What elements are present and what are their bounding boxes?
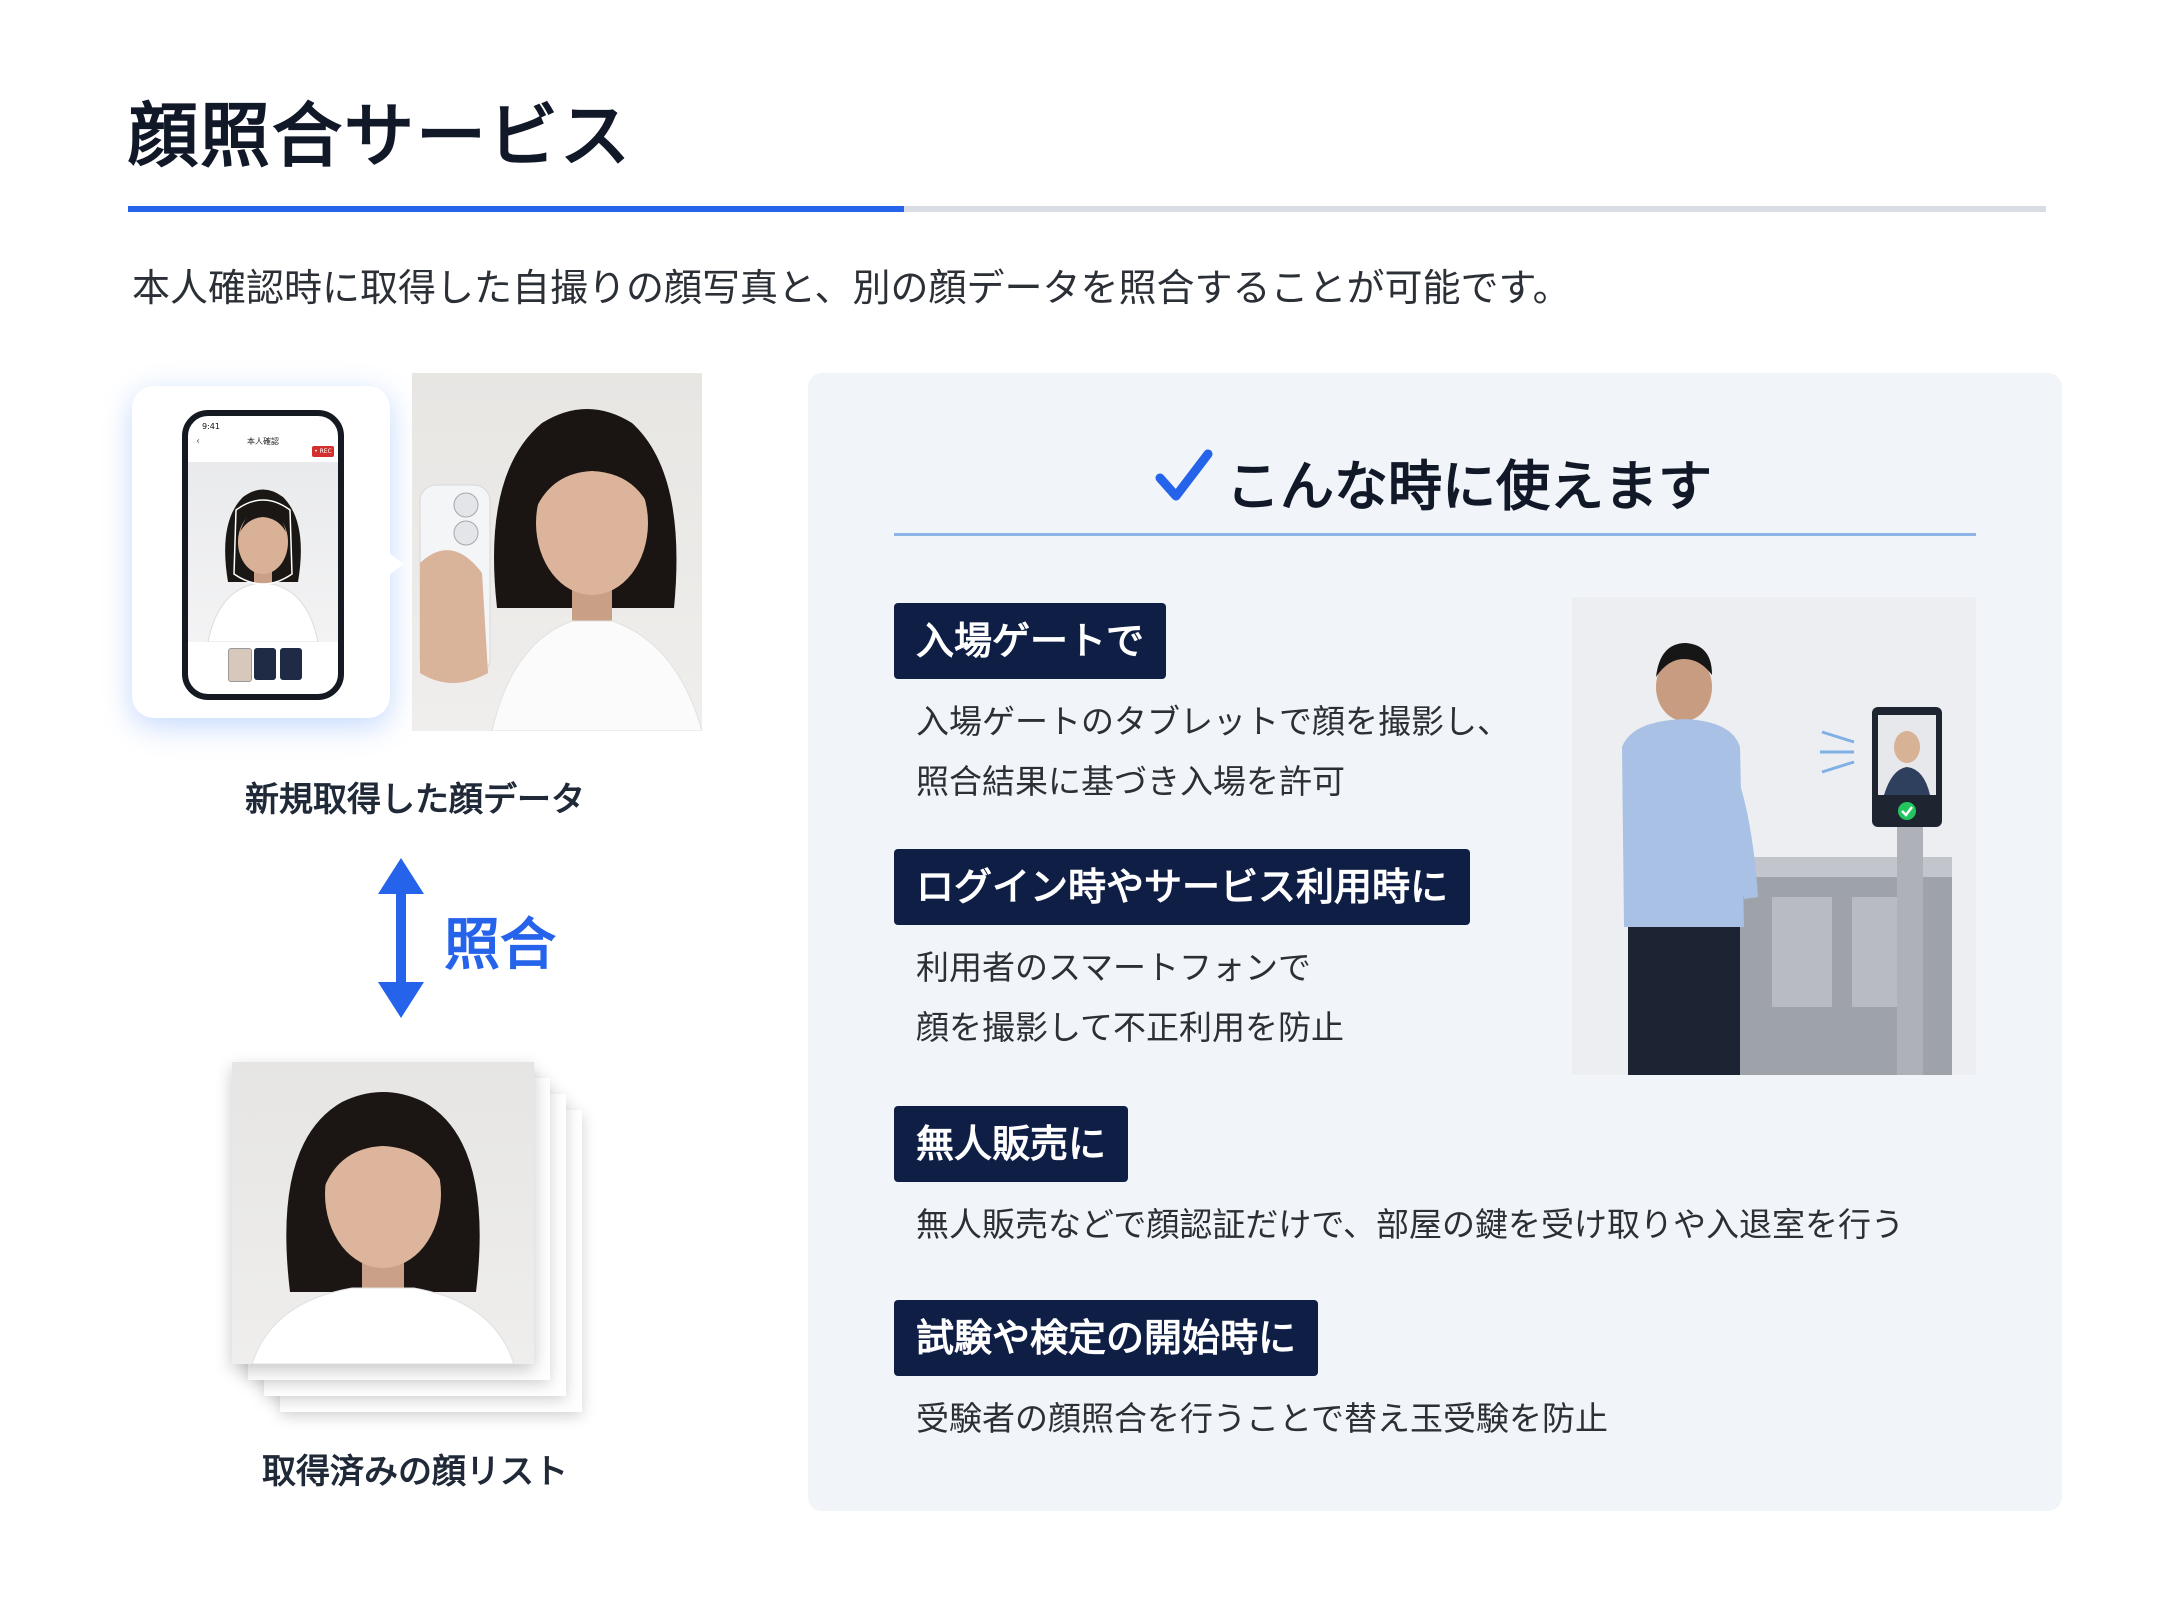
rec-badge: • REC xyxy=(312,446,334,457)
title-divider-accent xyxy=(128,206,904,212)
check-icon xyxy=(1155,449,1213,501)
use-case-tag-exam: 試験や検定の開始時に xyxy=(894,1300,1319,1376)
intro-text: 本人確認時に取得した自撮りの顔写真と、別の顔データを照合することが可能です。 xyxy=(132,266,1571,310)
panel-title: こんな時に使えます xyxy=(1226,455,1712,518)
panel-header: こんな時に使えます xyxy=(1154,438,1714,518)
use-case-tag-entrance: 入場ゲートで xyxy=(894,603,1167,679)
double-arrow-icon xyxy=(378,858,424,1018)
use-case-desc-line: 照合結果に基づき入場を許可 xyxy=(916,762,1345,801)
phone-camera-preview xyxy=(188,462,338,642)
panel-divider xyxy=(894,533,1976,536)
selfie-photo xyxy=(412,373,702,731)
card-pointer xyxy=(388,552,404,576)
smartphone-mockup: 9:41 ‹ 本人確認 • REC xyxy=(182,410,344,700)
use-case-desc-line: 利用者のスマートフォンで xyxy=(916,948,1312,987)
thumbnail-empty xyxy=(254,648,276,680)
new-face-caption: 新規取得した顔データ xyxy=(245,780,585,820)
use-case-desc-line: 受験者の顔照合を行うことで替え玉受験を防止 xyxy=(916,1399,1609,1438)
thumbnail-captured xyxy=(228,648,252,682)
phone-capture-card: 9:41 ‹ 本人確認 • REC xyxy=(132,386,390,718)
page-title: 顔照合サービス xyxy=(128,95,632,177)
entrance-gate-photo xyxy=(1572,597,1976,1075)
use-case-desc-line: 顔を撮影して不正利用を防止 xyxy=(916,1008,1345,1047)
use-case-desc-line: 無人販売などで顔認証だけで、部屋の鍵を受け取りや入退室を行う xyxy=(916,1205,1905,1244)
face-list-photo xyxy=(232,1062,534,1364)
thumbnail-empty xyxy=(280,648,302,680)
face-list-caption: 取得済みの顔リスト xyxy=(262,1452,568,1492)
use-case-desc-line: 入場ゲートのタブレットで顔を撮影し、 xyxy=(916,702,1510,741)
use-case-tag-unmanned: 無人販売に xyxy=(894,1106,1129,1182)
phone-status-time: 9:41 xyxy=(202,422,220,431)
match-label: 照合 xyxy=(444,913,556,978)
use-case-tag-login: ログイン時やサービス利用時に xyxy=(894,849,1471,925)
